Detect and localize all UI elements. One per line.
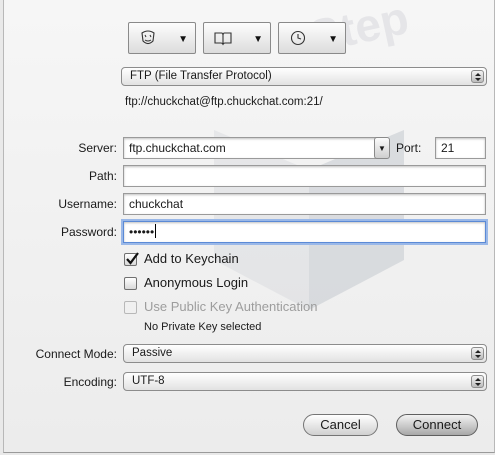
private-key-status: No Private Key selected <box>144 321 262 333</box>
bonjour-icon <box>139 30 157 46</box>
bookmarks-button[interactable]: ▼ <box>203 22 271 54</box>
connect-mode-select[interactable]: Passive <box>123 344 487 363</box>
connection-sheet: Step ▼ ▼ ▼ FTP (File Transfer Protocol) … <box>3 0 495 453</box>
chevron-down-icon: ▼ <box>253 34 263 45</box>
keychain-checkbox[interactable] <box>124 252 139 266</box>
connect-mode-value: Passive <box>132 347 173 359</box>
stepper-arrows-icon <box>471 347 484 360</box>
anonymous-login-checkbox[interactable] <box>124 277 137 290</box>
username-field[interactable]: chuckchat <box>123 193 486 215</box>
checkmark-icon <box>126 252 139 265</box>
server-value: ftp.chuckchat.com <box>129 141 226 155</box>
encoding-label: Encoding: <box>63 375 117 389</box>
server-label: Server: <box>78 141 117 155</box>
chevron-down-icon: ▼ <box>328 34 338 45</box>
protocol-select[interactable]: FTP (File Transfer Protocol) <box>121 67 487 86</box>
port-field[interactable]: 21 <box>435 137 486 159</box>
password-field[interactable]: •••••• <box>123 221 486 243</box>
path-label: Path: <box>88 169 117 183</box>
public-key-label: Use Public Key Authentication <box>144 299 318 314</box>
path-field[interactable] <box>123 165 486 187</box>
protocol-value: FTP (File Transfer Protocol) <box>130 70 272 82</box>
text-caret <box>155 224 157 238</box>
username-value: chuckchat <box>129 197 184 211</box>
password-value: •••••• <box>129 225 155 239</box>
stepper-arrows-icon <box>471 375 484 388</box>
chevron-down-icon: ▼ <box>378 144 386 153</box>
port-label: Port: <box>396 141 422 155</box>
url-preview: ftp://chuckchat@ftp.chuckchat.com:21/ <box>125 96 323 108</box>
password-label: Password: <box>60 225 117 239</box>
anonymous-login-label[interactable]: Anonymous Login <box>144 275 248 290</box>
history-icon <box>289 30 307 46</box>
server-field[interactable]: ftp.chuckchat.com <box>123 137 377 159</box>
server-combo-button[interactable]: ▼ <box>374 137 390 159</box>
cancel-button[interactable]: Cancel <box>303 414 378 436</box>
keychain-label[interactable]: Add to Keychain <box>144 251 239 266</box>
connect-button[interactable]: Connect <box>396 414 478 436</box>
port-value: 21 <box>441 141 455 155</box>
chevron-down-icon: ▼ <box>178 34 188 45</box>
bonjour-button[interactable]: ▼ <box>128 22 196 54</box>
bookmarks-icon <box>214 30 232 46</box>
history-button[interactable]: ▼ <box>278 22 346 54</box>
public-key-checkbox <box>124 301 137 314</box>
encoding-select[interactable]: UTF-8 <box>123 372 487 391</box>
encoding-value: UTF-8 <box>132 375 165 387</box>
connect-mode-label: Connect Mode: <box>35 347 117 361</box>
stepper-arrows-icon <box>471 70 484 83</box>
username-label: Username: <box>58 197 117 211</box>
